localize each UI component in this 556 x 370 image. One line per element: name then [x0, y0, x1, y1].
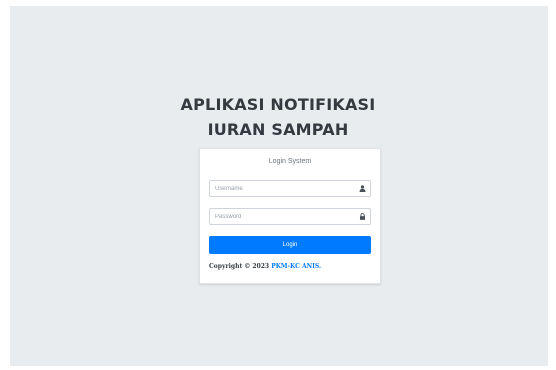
- username-input[interactable]: [210, 181, 355, 196]
- username-field: [209, 180, 371, 197]
- app-title: APLIKASI NOTIFIKASI IURAN SAMPAH: [0, 92, 556, 142]
- copyright-text: Copyright © 2023 PKM-KC ANIS.: [209, 263, 321, 270]
- login-card-title: Login System: [268, 158, 312, 165]
- password-input[interactable]: [210, 209, 355, 224]
- pkm-kc-anis-link[interactable]: PKM-KC ANIS.: [271, 263, 321, 270]
- login-button[interactable]: Login: [209, 236, 371, 254]
- user-icon: [359, 185, 366, 192]
- app-title-line-2: IURAN SAMPAH: [207, 120, 349, 139]
- password-field: [209, 208, 371, 225]
- lock-icon: [359, 213, 366, 220]
- app-title-line-1: APLIKASI NOTIFIKASI: [180, 95, 376, 114]
- copyright-prefix: Copyright © 2023: [209, 263, 272, 270]
- login-card: Login System Login Copyright © 2023 PKM-…: [199, 148, 381, 284]
